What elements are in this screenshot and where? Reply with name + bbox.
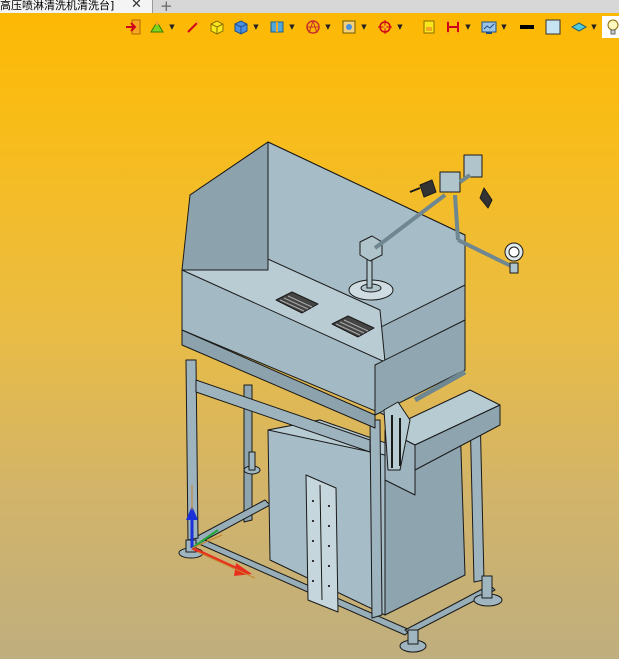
front-leg-mid <box>369 419 383 619</box>
surface-shape-button[interactable] <box>266 16 288 38</box>
light-button[interactable] <box>602 16 619 38</box>
sketch-tools-button[interactable] <box>146 16 168 38</box>
fill-color-button[interactable] <box>542 16 564 38</box>
3d-viewport[interactable]: ▼ ▼ ▼ ▼ ▼ ▼ ▼ ▼ ▼ 高压喷淋清洗机清洗台] ✕ + <box>0 0 619 659</box>
feature-box-button[interactable] <box>206 16 228 38</box>
feature-box-icon <box>210 20 224 35</box>
surface-shape-icon <box>270 21 284 33</box>
section-view-button[interactable] <box>302 16 324 38</box>
sketch-tools-dropdown[interactable]: ▼ <box>168 16 176 38</box>
smart-dimension-icon <box>187 20 200 33</box>
washing-station-3d-model[interactable] <box>0 0 619 659</box>
exit-sketch-button[interactable] <box>122 16 144 38</box>
solid-shape-button[interactable] <box>230 16 252 38</box>
valve-assembly <box>409 154 493 209</box>
fill-color-icon <box>545 19 561 35</box>
view-frame-dropdown[interactable]: ▼ <box>360 16 368 38</box>
document-tab-bar: 高压喷淋清洗机清洗台] ✕ + <box>0 0 619 15</box>
section-view-dropdown[interactable]: ▼ <box>324 16 332 38</box>
surface-shape-dropdown[interactable]: ▼ <box>288 16 296 38</box>
display-style-dropdown[interactable]: ▼ <box>590 16 598 38</box>
light-icon <box>607 19 619 35</box>
display-style-button[interactable] <box>568 16 590 38</box>
dimension-icon <box>423 20 435 34</box>
tank-left-wall <box>181 141 269 271</box>
rendering-dropdown[interactable]: ▼ <box>464 16 472 38</box>
left-bottom-rail <box>189 499 271 546</box>
rendering-icon <box>447 20 459 34</box>
target-point-dropdown[interactable]: ▼ <box>396 16 404 38</box>
exit-sketch-icon <box>126 19 141 35</box>
line-color-icon <box>520 25 534 29</box>
layers-dropdown[interactable]: ▼ <box>500 16 508 38</box>
layers-button[interactable] <box>478 16 500 38</box>
smart-dimension-button[interactable] <box>182 16 204 38</box>
section-view-icon <box>306 20 320 34</box>
view-frame-icon <box>342 20 356 34</box>
view-toolbar: ▼ ▼ ▼ ▼ ▼ ▼ ▼ ▼ ▼ <box>118 16 619 38</box>
dimension-button[interactable] <box>418 16 440 38</box>
target-point-icon <box>378 20 392 34</box>
document-tab[interactable]: 高压喷淋清洗机清洗台] ✕ <box>0 0 153 13</box>
rendering-button[interactable] <box>442 16 464 38</box>
sketch-tools-icon <box>150 21 164 33</box>
layers-icon <box>481 21 497 34</box>
display-style-icon <box>570 22 588 32</box>
solid-shape-dropdown[interactable]: ▼ <box>252 16 260 38</box>
line-color-button[interactable] <box>516 16 538 38</box>
target-point-button[interactable] <box>374 16 396 38</box>
document-tab-title: 高压喷淋清洗机清洗台] <box>0 0 115 12</box>
new-tab-icon[interactable]: + <box>160 0 173 15</box>
view-frame-button[interactable] <box>338 16 360 38</box>
solid-shape-icon <box>234 20 248 35</box>
close-tab-icon[interactable]: ✕ <box>131 0 142 11</box>
